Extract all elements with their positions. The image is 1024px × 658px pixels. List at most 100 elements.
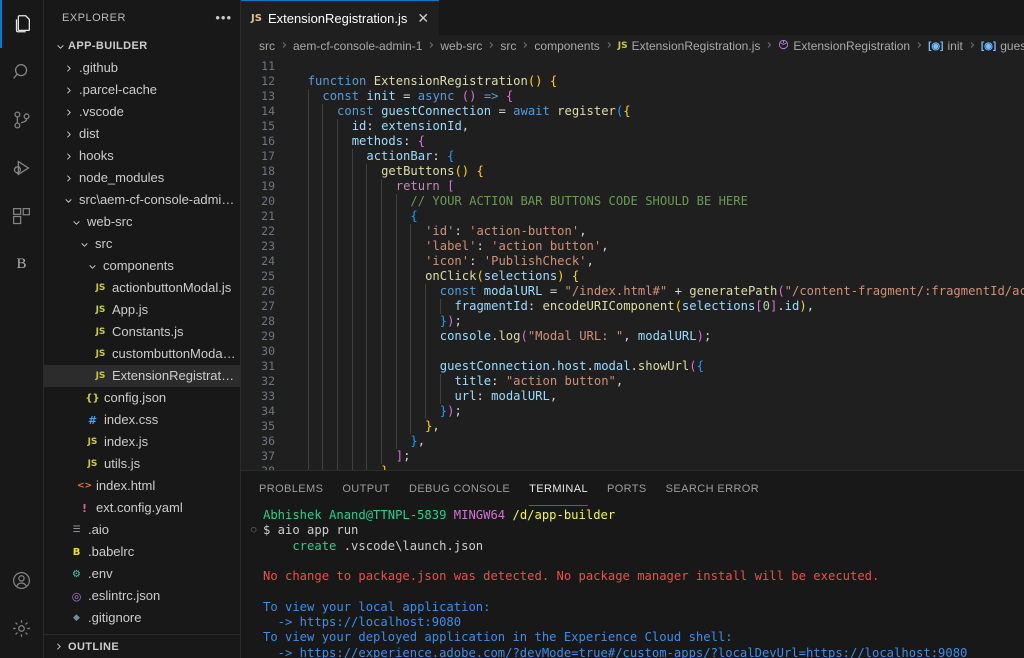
code-token: register (557, 104, 616, 118)
file-tree-item-config-json[interactable]: {} config.json (44, 387, 240, 409)
file-tree-item--eslintrc-json[interactable]: ◎ .eslintrc.json (44, 585, 240, 607)
indent-guide (307, 449, 309, 464)
terminal-command-marker (251, 646, 263, 658)
file-tree-item-index-js[interactable]: JS index.js (44, 431, 240, 453)
file-tree-item-ext-config-yaml[interactable]: ! ext.config.yaml (44, 497, 240, 519)
code-line: 25 onClick(selections) { (241, 269, 1024, 284)
code-editor[interactable]: 11 12 function ExtensionRegistration() {1… (241, 57, 1024, 470)
indent-guide (366, 314, 368, 329)
panel-tab-terminal[interactable]: TERMINAL (529, 471, 588, 506)
indent-guide (395, 359, 397, 374)
code-token: : (491, 374, 506, 388)
code-token: , (417, 434, 426, 448)
activity-bar-item-search[interactable] (0, 48, 44, 96)
indent-guide (366, 179, 368, 194)
panel-tab-output[interactable]: OUTPUT (342, 471, 390, 506)
activity-bar-item-accounts[interactable] (0, 556, 44, 604)
breadcrumb-item-aem-cf-console-admin-1[interactable]: aem-cf-console-admin-1 (293, 39, 422, 53)
indent-guide (307, 389, 309, 404)
file-tree-item-web-src[interactable]: web-src (44, 211, 240, 233)
activity-bar-item-source-control[interactable] (0, 96, 44, 144)
code-line-text: actionBar: { (293, 149, 454, 164)
panel-tab-debug-console[interactable]: DEBUG CONSOLE (409, 471, 510, 506)
breadcrumb-item-components[interactable]: components (534, 39, 599, 53)
file-tree-item-custombuttonmodal-js[interactable]: JS custombuttonModal.js (44, 343, 240, 365)
indent-guide (439, 389, 441, 404)
file-tree-item-node-modules[interactable]: node_modules (44, 167, 240, 189)
activity-bar-item-extensions[interactable] (0, 192, 44, 240)
breadcrumb-item-extensionregistration-js[interactable]: JS ExtensionRegistration.js (618, 39, 761, 53)
line-number: 18 (261, 164, 275, 178)
file-tree-item-extensionregistration-js[interactable]: JS ExtensionRegistration.js (44, 365, 240, 387)
panel-tab-ports[interactable]: PORTS (607, 471, 647, 506)
breadcrumb-item-guestconnection[interactable]: [◉]guestConnection (981, 39, 1024, 53)
code-line: 18 getButtons() { (241, 164, 1024, 179)
breadcrumb-item-src[interactable]: src (500, 39, 516, 53)
indent-guide (337, 284, 339, 299)
panel-tab-problems[interactable]: PROBLEMS (259, 471, 323, 506)
panel-tab-search-error[interactable]: SEARCH ERROR (666, 471, 759, 506)
file-tree-root[interactable]: APP-BUILDER (44, 35, 240, 57)
code-line: 36 }, (241, 434, 1024, 449)
file-tree-item-src[interactable]: src (44, 233, 240, 255)
indent-guide (337, 194, 339, 209)
terminal-output[interactable]: Abhishek Anand@TTNPL-5839 MINGW64 /d/app… (241, 506, 1024, 658)
file-tree-item--env[interactable]: ⚙ .env (44, 563, 240, 585)
file-tree-item-actionbuttonmodal-js[interactable]: JS actionbuttonModal.js (44, 277, 240, 299)
breadcrumb-separator-icon (280, 40, 288, 52)
indent-guide (322, 164, 324, 179)
indent-guide (366, 329, 368, 344)
code-token: : (476, 239, 492, 253)
indent-guide (381, 254, 383, 269)
indent-guide (425, 374, 427, 389)
close-icon[interactable]: ✕ (417, 11, 429, 25)
indent-guide (410, 389, 412, 404)
file-tree-item--parcel-cache[interactable]: .parcel-cache (44, 79, 240, 101)
file-tree-item-label: custombuttonModal.js (112, 343, 236, 365)
breadcrumb-item-init[interactable]: [◉] init (928, 39, 963, 53)
file-tree-item--gitignore[interactable]: ◆ .gitignore (44, 607, 240, 629)
file-tree-item-components[interactable]: components (44, 255, 240, 277)
activity-bar-item-bookmarks[interactable]: B (0, 240, 44, 288)
line-number: 29 (261, 329, 275, 343)
terminal-segment: -> https://localhost:9080 (263, 615, 462, 630)
activity-bar-item-settings[interactable] (0, 604, 44, 652)
editor-tab-extensionregistration[interactable]: JS ExtensionRegistration.js ✕ (241, 0, 440, 35)
file-tree-item-utils-js[interactable]: JS utils.js (44, 453, 240, 475)
file-tree-item-index-css[interactable]: # index.css (44, 409, 240, 431)
file-tree-item-hooks[interactable]: hooks (44, 145, 240, 167)
property-symbol-icon: [◉] (928, 40, 944, 52)
file-tree-item--babelrc[interactable]: B .babelrc (44, 541, 240, 563)
line-number: 31 (261, 359, 275, 373)
indent-guide (395, 329, 397, 344)
breadcrumb-item-extensionregistration[interactable]: ExtensionRegistration (778, 39, 910, 53)
code-line-text: const init = async () => { (293, 89, 513, 104)
file-tree-item-dist[interactable]: dist (44, 123, 240, 145)
code-line-text: return [ (293, 179, 454, 194)
breadcrumb-item-web-src[interactable]: web-src (440, 39, 482, 53)
indent-guide (337, 254, 339, 269)
code-token: ( (674, 299, 682, 313)
file-tree-item--github[interactable]: .github (44, 57, 240, 79)
file-tree-item-index-html[interactable]: <> index.html (44, 475, 240, 497)
sidebar-more-actions-icon[interactable]: ••• (215, 10, 232, 25)
html-file-icon: <> (76, 481, 93, 491)
activity-bar-item-explorer[interactable] (0, 0, 44, 48)
file-tree-item-app-js[interactable]: JS App.js (44, 299, 240, 321)
indent-guide (322, 419, 324, 434)
code-line-text: getButtons() { (293, 164, 484, 179)
activity-bar-item-run-and-debug[interactable] (0, 144, 44, 192)
breadcrumb-separator-icon (427, 40, 435, 52)
file-tree-item--aio[interactable]: ☰ .aio (44, 519, 240, 541)
file-tree-item-src-aem-cf-console-admin-1[interactable]: src\aem-cf-console-admin-1 (44, 189, 240, 211)
code-token: { (476, 164, 484, 178)
breadcrumb-item-src[interactable]: src (259, 39, 275, 53)
file-tree-item-constants-js[interactable]: JS Constants.js (44, 321, 240, 343)
file-tree-item--vscode[interactable]: .vscode (44, 101, 240, 123)
file-tree-item-label: ext.config.yaml (96, 500, 183, 515)
outline-section-header[interactable]: OUTLINE (44, 634, 240, 658)
babel-file-icon: B (72, 546, 81, 558)
terminal-line (251, 584, 1024, 599)
